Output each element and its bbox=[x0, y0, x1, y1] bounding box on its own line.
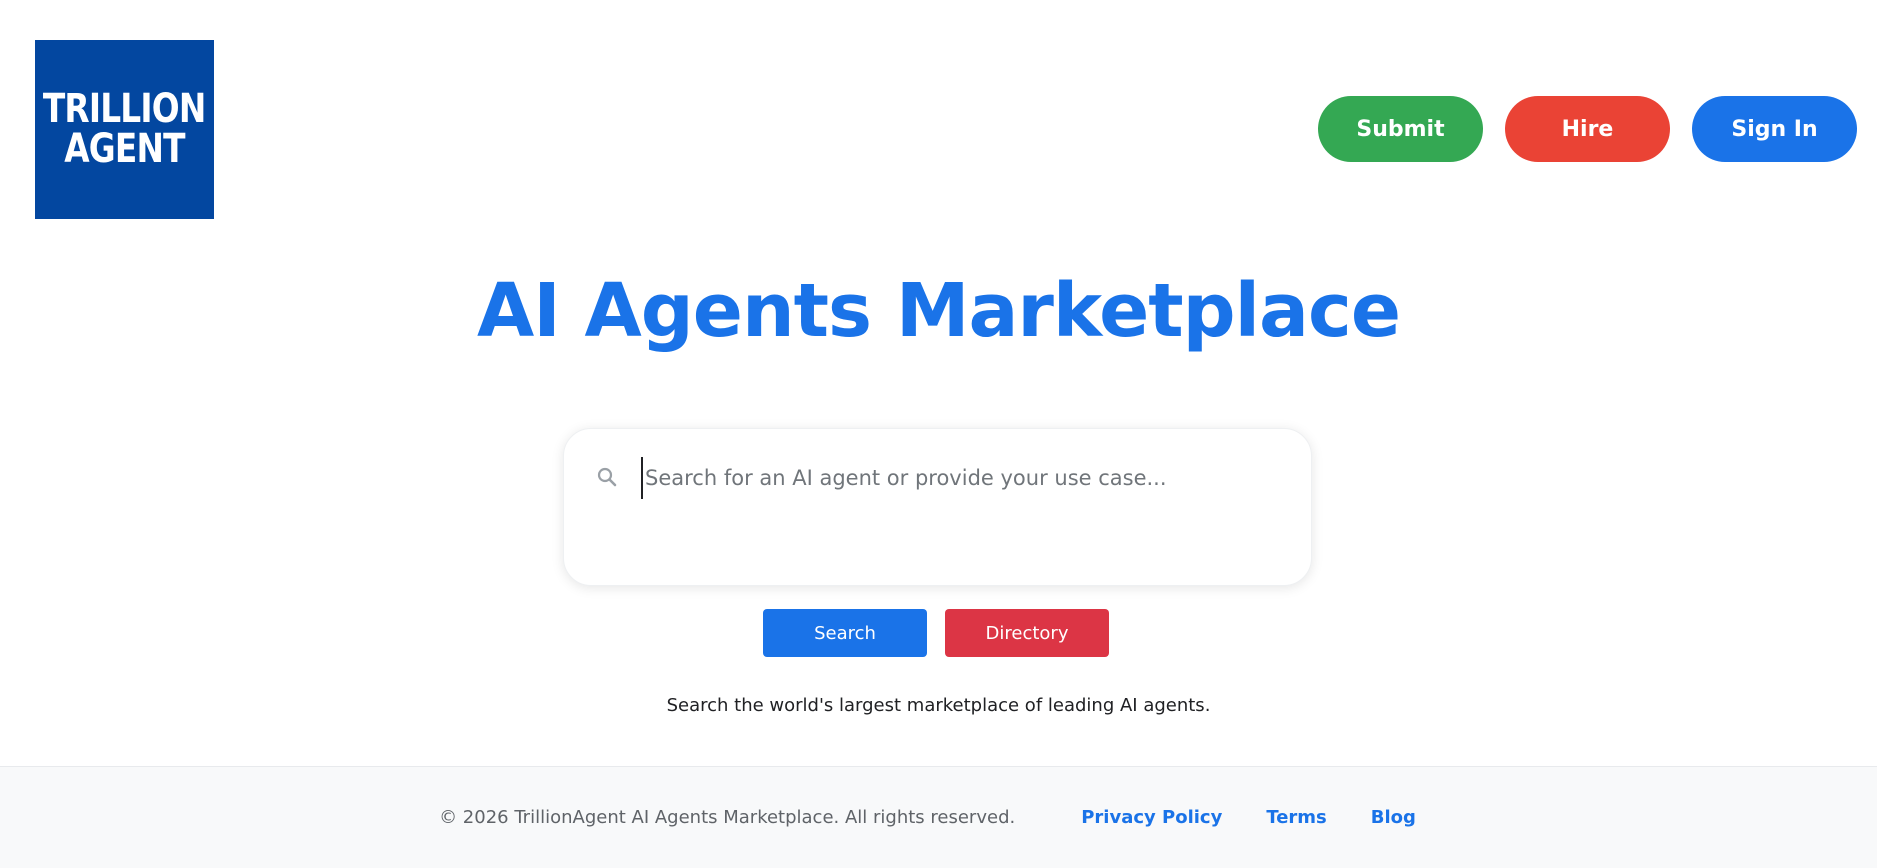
sign-in-button[interactable]: Sign In bbox=[1692, 96, 1857, 162]
search-input[interactable] bbox=[641, 457, 1287, 499]
page: TRILLION AGENT Submit Hire Sign In AI Ag… bbox=[0, 0, 1877, 868]
directory-button[interactable]: Directory bbox=[945, 609, 1109, 657]
blog-link[interactable]: Blog bbox=[1371, 807, 1416, 828]
search-icon bbox=[595, 465, 619, 489]
logo-line-2: AGENT bbox=[64, 125, 185, 172]
terms-link[interactable]: Terms bbox=[1266, 807, 1326, 828]
search-box[interactable] bbox=[563, 428, 1312, 586]
hire-button[interactable]: Hire bbox=[1505, 96, 1670, 162]
submit-button[interactable]: Submit bbox=[1318, 96, 1483, 162]
search-button[interactable]: Search bbox=[763, 609, 927, 657]
footer: © 2026 TrillionAgent AI Agents Marketpla… bbox=[0, 766, 1877, 868]
tagline: Search the world's largest marketplace o… bbox=[666, 695, 1211, 716]
privacy-policy-link[interactable]: Privacy Policy bbox=[1081, 807, 1222, 828]
trillion-agent-logo[interactable]: TRILLION AGENT bbox=[35, 40, 214, 219]
copyright-text: © 2026 TrillionAgent AI Agents Marketpla… bbox=[439, 807, 1016, 828]
page-title: AI Agents Marketplace bbox=[476, 268, 1401, 354]
logo-line-1: TRILLION bbox=[43, 86, 206, 133]
